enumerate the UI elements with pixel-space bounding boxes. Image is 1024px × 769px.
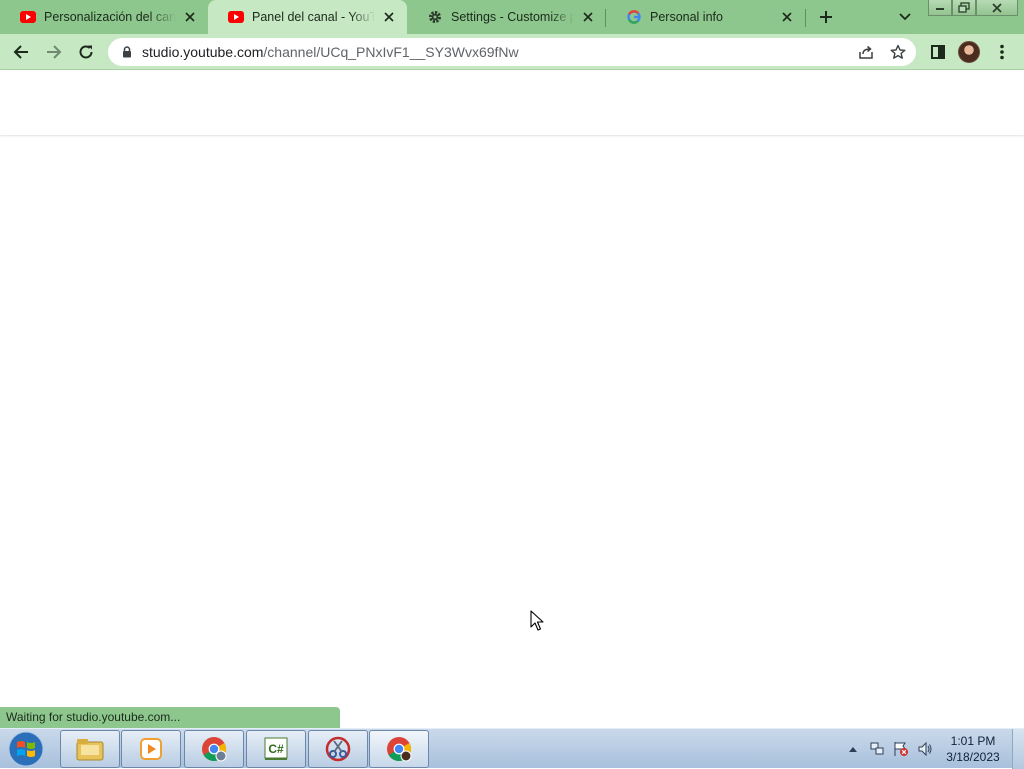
tab-title: Settings - Customize profile — [451, 10, 574, 24]
url-domain: studio.youtube.com — [142, 44, 264, 60]
profile-avatar[interactable] — [958, 41, 980, 63]
volume-icon[interactable] — [915, 739, 935, 759]
taskbar-chrome[interactable] — [184, 730, 244, 768]
network-icon[interactable] — [867, 739, 887, 759]
youtube-icon — [20, 9, 36, 25]
clock-date: 3/18/2023 — [946, 750, 1000, 764]
taskbar-csharp-editor[interactable]: C# — [246, 730, 306, 768]
svg-text:C#: C# — [268, 742, 284, 756]
chrome-profile-icon — [387, 737, 412, 762]
show-desktop-button[interactable] — [1012, 729, 1024, 769]
taskbar-clock[interactable]: 1:01 PM 3/18/2023 — [940, 733, 1006, 765]
chrome-icon — [202, 737, 227, 762]
file-explorer-icon — [76, 739, 104, 761]
plus-icon — [820, 11, 832, 23]
show-hidden-icons-icon[interactable] — [843, 739, 863, 759]
minimize-button[interactable] — [928, 0, 952, 16]
browser-menu-button[interactable] — [988, 38, 1016, 66]
csharp-editor-icon: C# — [264, 737, 288, 760]
clock-time: 1:01 PM — [950, 734, 996, 748]
browser-toolbar: studio.youtube.com/channel/UCq_PNxIvF1__… — [0, 34, 1024, 70]
taskbar-media-player[interactable] — [121, 730, 181, 768]
mouse-cursor-icon — [530, 610, 544, 637]
arrow-right-icon — [47, 45, 62, 59]
restore-icon — [958, 2, 970, 13]
action-center-icon[interactable] — [891, 739, 911, 759]
chevron-down-icon — [899, 13, 911, 21]
media-player-icon — [140, 738, 162, 760]
tab-divider — [805, 9, 806, 27]
tab-settings-customize[interactable]: Settings - Customize profile — [407, 0, 606, 34]
url-path: /channel/UCq_PNxIvF1__SY3Wvx69fNw — [263, 44, 519, 60]
url-text: studio.youtube.com/channel/UCq_PNxIvF1__… — [142, 44, 519, 60]
status-bubble: Waiting for studio.youtube.com... — [0, 707, 340, 728]
google-icon — [626, 9, 642, 25]
tab-title: Personal info — [650, 10, 723, 24]
tab-search-button[interactable] — [892, 5, 918, 29]
close-tab-icon[interactable] — [779, 9, 795, 25]
tab-personal-info[interactable]: Personal info — [606, 0, 805, 34]
taskbar-file-explorer[interactable] — [60, 730, 120, 768]
windows-logo-icon — [8, 731, 44, 767]
close-tab-icon[interactable] — [381, 9, 397, 25]
start-button[interactable] — [6, 730, 46, 768]
reload-button[interactable] — [72, 38, 100, 66]
system-tray — [843, 729, 939, 769]
side-panel-icon — [931, 45, 945, 59]
side-panel-button[interactable] — [924, 38, 952, 66]
page-content — [0, 71, 1024, 728]
page-header — [0, 71, 1024, 135]
new-tab-button[interactable] — [813, 5, 839, 29]
bookmark-star-icon[interactable] — [890, 44, 906, 60]
share-icon[interactable] — [858, 44, 874, 60]
taskbar: C# 1:01 PM 3/18/2023 — [0, 728, 1024, 769]
back-button[interactable] — [7, 38, 35, 66]
taskbar-chrome-profile[interactable] — [369, 730, 429, 768]
lock-icon[interactable] — [120, 45, 134, 59]
close-tab-icon[interactable] — [580, 9, 596, 25]
restore-button[interactable] — [952, 0, 976, 16]
minimize-icon — [936, 7, 944, 10]
close-window-button[interactable] — [976, 0, 1018, 16]
youtube-icon — [228, 9, 244, 25]
snipping-tool-icon — [325, 736, 351, 762]
tab-panel-del-canal[interactable]: Panel del canal - YouTube Studio — [208, 0, 407, 34]
arrow-left-icon — [13, 45, 28, 59]
tab-title: Personalización del canal — [44, 10, 176, 24]
address-bar[interactable]: studio.youtube.com/channel/UCq_PNxIvF1__… — [108, 38, 916, 66]
gear-icon — [427, 9, 443, 25]
kebab-menu-icon — [1000, 44, 1004, 60]
close-icon — [992, 2, 1002, 13]
taskbar-snipping-tool[interactable] — [308, 730, 368, 768]
tab-title: Panel del canal - YouTube Studio — [252, 10, 375, 24]
reload-icon — [79, 45, 93, 59]
forward-button[interactable] — [40, 38, 68, 66]
tab-personalizacion[interactable]: Personalización del canal — [0, 0, 208, 34]
close-tab-icon[interactable] — [182, 9, 198, 25]
tab-strip: Personalización del canal Panel del cana… — [0, 0, 1024, 34]
